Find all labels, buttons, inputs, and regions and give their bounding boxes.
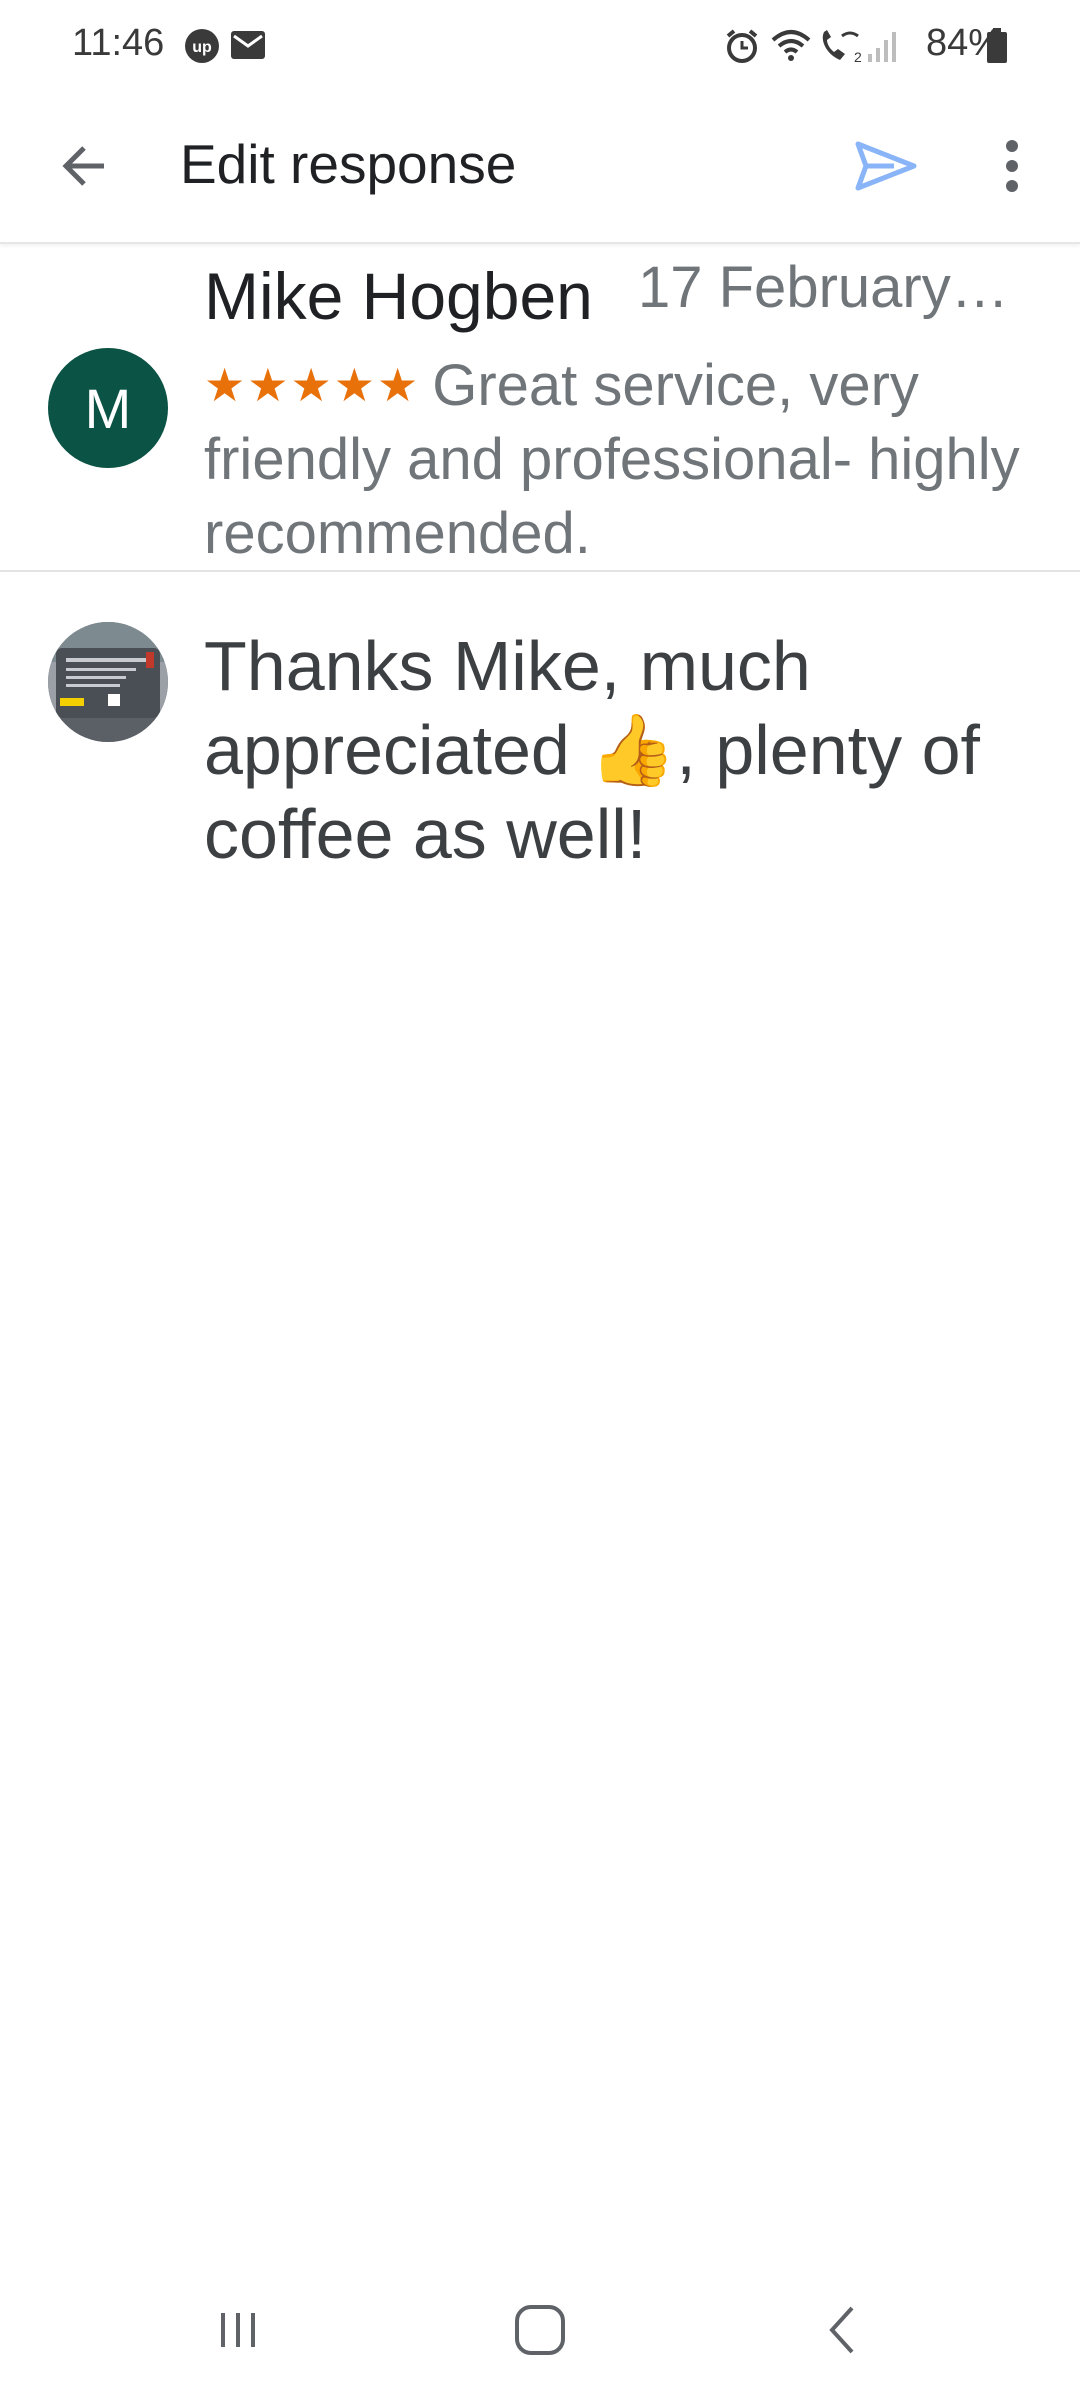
review-card: M Mike Hogben 17 February… ★★★★★ Great se… xyxy=(0,244,1080,572)
more-vert-icon xyxy=(1006,140,1018,192)
recents-icon xyxy=(221,2313,255,2347)
signal-icon xyxy=(866,28,898,69)
mail-icon xyxy=(230,30,266,65)
van-photo-icon xyxy=(48,622,168,742)
system-back-button[interactable] xyxy=(782,2290,902,2370)
business-avatar xyxy=(48,622,168,742)
up-badge-icon: up xyxy=(184,28,220,69)
battery-icon xyxy=(986,28,1008,69)
back-button[interactable] xyxy=(44,126,124,206)
page-title: Edit response xyxy=(180,133,517,195)
review-date: 17 February… xyxy=(638,255,1009,320)
more-options-button[interactable] xyxy=(972,126,1052,206)
review-body: ★★★★★ Great service, very friendly and pr… xyxy=(204,348,1034,571)
wifi-icon xyxy=(770,28,812,69)
alarm-icon xyxy=(724,28,760,69)
response-input[interactable]: Thanks Mike, much appreciated 👍, plenty … xyxy=(204,624,1034,876)
arrow-back-icon xyxy=(62,146,104,186)
svg-text:up: up xyxy=(192,39,212,56)
reviewer-name: Mike Hogben xyxy=(204,259,593,333)
back-icon xyxy=(829,2306,854,2354)
send-icon xyxy=(855,141,917,191)
status-bar: 11:46 up 2 84% xyxy=(0,0,1080,92)
status-time: 11:46 xyxy=(72,22,165,64)
app-bar: Edit response xyxy=(0,92,1080,244)
recents-button[interactable] xyxy=(178,2290,298,2370)
response-section: Thanks Mike, much appreciated 👍, plenty … xyxy=(0,572,1080,972)
wifi-calling-icon: 2 xyxy=(818,28,864,69)
star-rating: ★★★★★ xyxy=(204,359,421,411)
avatar: M xyxy=(48,348,168,468)
navigation-bar xyxy=(0,2250,1080,2400)
screen: 11:46 up 2 84% Edit response M Mike Hogb… xyxy=(0,0,1080,2400)
home-button[interactable] xyxy=(480,2290,600,2370)
send-button[interactable] xyxy=(846,126,926,206)
svg-text:2: 2 xyxy=(854,49,862,64)
home-icon xyxy=(515,2305,565,2355)
